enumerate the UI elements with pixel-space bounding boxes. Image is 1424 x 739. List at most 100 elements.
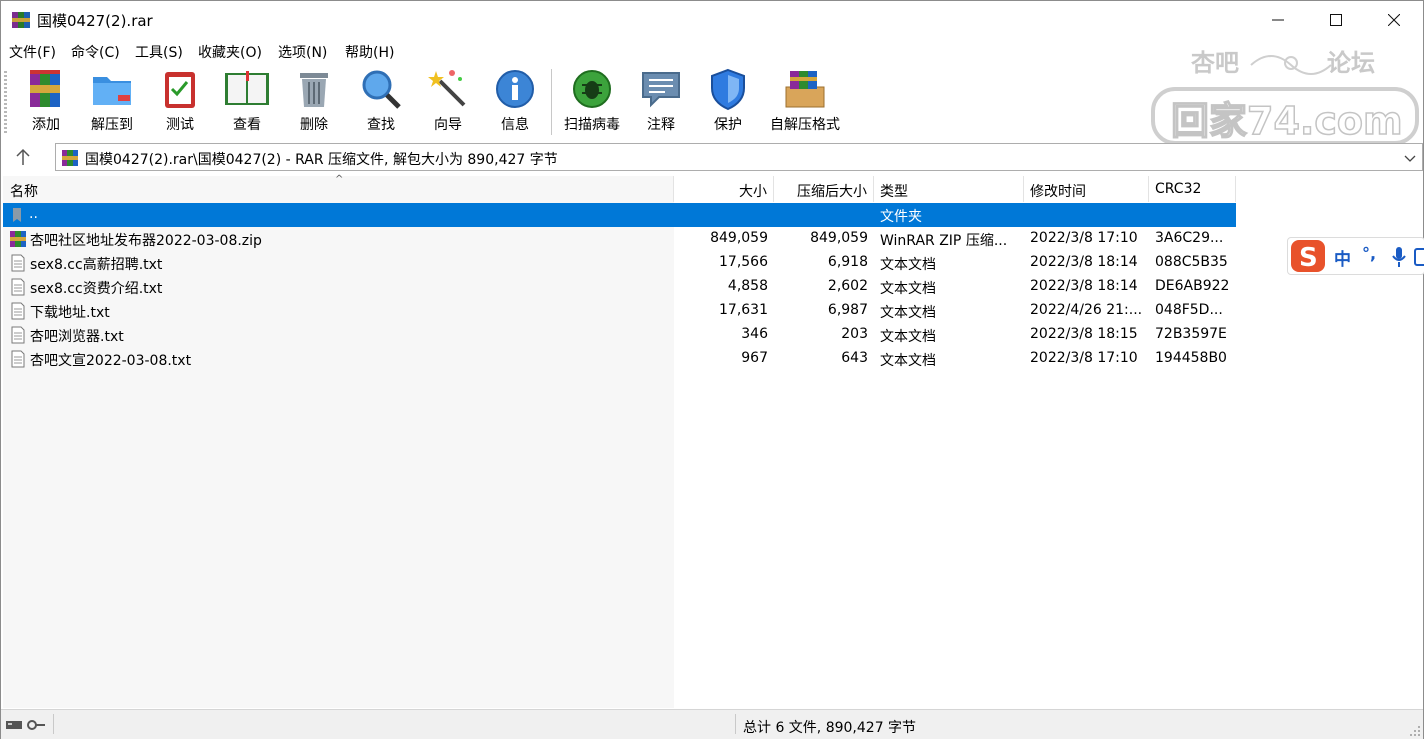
wizard-label: 向导: [434, 117, 462, 133]
list-item[interactable]: sex8.cc资费介绍.txt 4,858 2,602 文本文档 2022/3/…: [3, 275, 1236, 299]
file-crc: 3A6C29...: [1155, 230, 1224, 246]
file-packed-size: 6,918: [827, 254, 868, 270]
up-folder-button[interactable]: [11, 146, 35, 168]
close-button[interactable]: [1365, 1, 1423, 39]
list-header: 名称 ^ 大小 压缩后大小 类型 修改时间 CRC32: [3, 174, 1423, 202]
resize-grip-icon[interactable]: [1409, 725, 1421, 737]
list-item[interactable]: sex8.cc高薪招聘.txt 17,566 6,918 文本文档 2022/3…: [3, 251, 1236, 275]
view-book-icon: [225, 71, 269, 105]
comment-icon: [642, 72, 680, 108]
text-file-icon: [11, 302, 25, 320]
svg-text:回家74.com: 回家74.com: [1171, 99, 1403, 143]
microphone-icon[interactable]: [1392, 246, 1406, 268]
toolbar-grip[interactable]: [4, 71, 7, 133]
sfx-label: 自解压格式: [770, 117, 840, 133]
maximize-button[interactable]: [1307, 1, 1365, 39]
file-modified: 2022/3/8 18:14: [1030, 254, 1138, 270]
minimize-button[interactable]: [1249, 1, 1307, 39]
info-label: 信息: [501, 117, 529, 133]
winrar-window: 国模0427(2).rar 文件(F) 命令(C) 工具(S) 收藏夹(O) 选…: [0, 0, 1424, 739]
file-type: 文件夹: [880, 209, 922, 225]
extract-folder-icon: [93, 77, 131, 105]
extract-to-button[interactable]: 解压到: [79, 67, 145, 137]
status-divider: [53, 714, 54, 734]
list-item[interactable]: 杏吧浏览器.txt 346 203 文本文档 2022/3/8 18:15 72…: [3, 323, 1236, 347]
column-header-type[interactable]: 类型: [874, 176, 1024, 202]
parent-folder-icon: [13, 208, 21, 222]
maximize-icon: [1330, 14, 1342, 26]
menu-command[interactable]: 命令(C): [71, 42, 120, 62]
title-bar: 国模0427(2).rar: [1, 1, 1423, 39]
list-item-parent[interactable]: .. 文件夹: [3, 203, 1236, 227]
column-header-packed[interactable]: 压缩后大小: [774, 176, 874, 202]
address-row: 国模0427(2).rar\国模0427(2) - RAR 压缩文件, 解包大小…: [1, 142, 1423, 172]
test-button[interactable]: 测试: [147, 67, 213, 137]
toolbar-separator: [551, 69, 552, 135]
view-button[interactable]: 查看: [214, 67, 280, 137]
menu-help[interactable]: 帮助(H): [345, 42, 394, 62]
status-summary: 总计 6 文件, 890,427 字节: [743, 720, 917, 736]
file-size: 17,631: [719, 302, 768, 318]
text-file-icon: [11, 278, 25, 296]
menu-file[interactable]: 文件(F): [9, 42, 56, 62]
sfx-button[interactable]: 自解压格式: [766, 67, 844, 137]
column-header-name[interactable]: 名称 ^: [3, 174, 674, 202]
menu-favorites[interactable]: 收藏夹(O): [198, 42, 262, 62]
list-item[interactable]: 杏吧文宣2022-03-08.txt 967 643 文本文档 2022/3/8…: [3, 347, 1236, 371]
svg-text:S: S: [1299, 243, 1318, 273]
protect-button[interactable]: 保护: [695, 67, 761, 137]
add-archive-icon: [30, 70, 60, 107]
address-field[interactable]: 国模0427(2).rar\国模0427(2) - RAR 压缩文件, 解包大小…: [55, 143, 1423, 171]
svg-text:论坛: 论坛: [1327, 49, 1375, 77]
ime-toolbar[interactable]: S 中 °,: [1287, 237, 1424, 275]
file-modified: 2022/3/8 17:10: [1030, 350, 1138, 366]
file-modified: 2022/3/8 17:10: [1030, 230, 1138, 246]
wizard-button[interactable]: 向导: [415, 67, 481, 137]
sort-ascending-icon: ^: [335, 174, 344, 185]
info-button[interactable]: 信息: [482, 67, 548, 137]
keyboard-icon[interactable]: [1414, 246, 1424, 268]
file-crc: 194458B0: [1155, 350, 1227, 366]
file-modified: 2022/3/8 18:14: [1030, 278, 1138, 294]
file-size: 4,858: [727, 278, 768, 294]
ime-mode[interactable]: 中: [1334, 245, 1351, 270]
file-name: 杏吧浏览器.txt: [30, 329, 124, 345]
column-header-crc[interactable]: CRC32: [1149, 176, 1236, 202]
file-packed-size: 643: [841, 350, 868, 366]
ime-punctuation[interactable]: °,: [1362, 244, 1376, 263]
virus-scan-button[interactable]: 扫描病毒: [559, 67, 625, 137]
find-label: 查找: [367, 117, 395, 133]
delete-button[interactable]: 删除: [281, 67, 347, 137]
virus-scan-icon: [573, 70, 611, 108]
file-type: 文本文档: [880, 353, 936, 369]
info-icon: [496, 70, 534, 108]
virus-scan-label: 扫描病毒: [564, 117, 620, 133]
file-packed-size: 2,602: [827, 278, 868, 294]
file-crc: 048F5D...: [1155, 302, 1223, 318]
menu-tools[interactable]: 工具(S): [135, 42, 183, 62]
add-button[interactable]: 添加: [13, 67, 79, 137]
svg-text:杏吧: 杏吧: [1191, 49, 1239, 77]
file-size: 967: [741, 350, 768, 366]
list-item[interactable]: 杏吧社区地址发布器2022-03-08.zip 849,059 849,059 …: [3, 227, 1236, 251]
file-crc: 088C5B35: [1155, 254, 1228, 270]
column-header-size[interactable]: 大小: [674, 176, 774, 202]
file-name: 杏吧文宣2022-03-08.txt: [30, 353, 192, 369]
file-size: 17,566: [719, 254, 768, 270]
file-name: 下载地址.txt: [30, 305, 110, 321]
comment-button[interactable]: 注释: [628, 67, 694, 137]
file-type: 文本文档: [880, 257, 936, 273]
file-type: 文本文档: [880, 281, 936, 297]
delete-label: 删除: [300, 117, 328, 133]
file-type: 文本文档: [880, 305, 936, 321]
list-item[interactable]: 下载地址.txt 17,631 6,987 文本文档 2022/4/26 21:…: [3, 299, 1236, 323]
menu-options[interactable]: 选项(N): [278, 42, 327, 62]
column-header-modified[interactable]: 修改时间: [1024, 176, 1149, 202]
view-label: 查看: [233, 117, 261, 133]
text-file-icon: [11, 350, 25, 368]
magnifier-icon: [362, 70, 401, 109]
chevron-down-icon[interactable]: [1404, 148, 1416, 168]
find-button[interactable]: 查找: [348, 67, 414, 137]
zip-archive-icon: [10, 231, 26, 247]
add-label: 添加: [32, 117, 60, 133]
